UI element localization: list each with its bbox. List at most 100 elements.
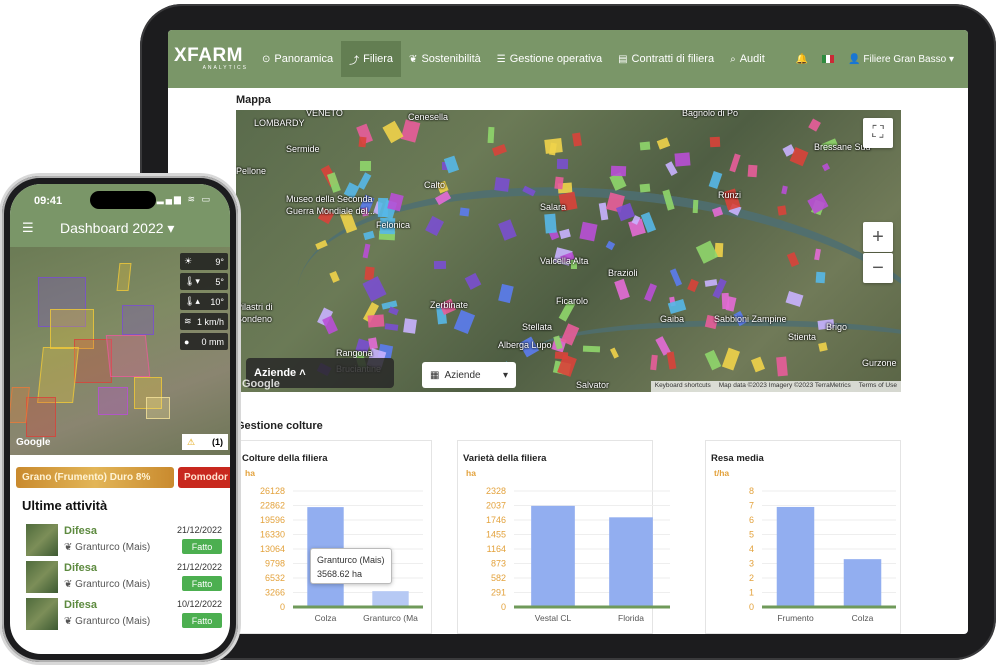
user-icon: 👤 — [848, 53, 864, 65]
farm-field-marker[interactable] — [692, 199, 699, 214]
map-place-label: Pilastri di — [236, 302, 273, 312]
field-polygon[interactable] — [122, 305, 154, 335]
xfarm-logo[interactable]: XFARM ANALYTICS — [174, 39, 254, 79]
nav-panoramica[interactable]: ⊙ Panoramica — [254, 41, 341, 77]
activity-name: Difesa — [64, 525, 98, 537]
farm-field-marker[interactable] — [808, 118, 821, 133]
crop-chip-pomodoro[interactable]: Pomodor — [178, 467, 230, 488]
status-badge[interactable]: Fatto — [182, 539, 222, 554]
chart-bar[interactable] — [609, 517, 653, 607]
farm-field-marker[interactable] — [656, 137, 671, 151]
fullscreen-button[interactable]: ⛶ — [863, 118, 893, 148]
chart-bar[interactable] — [843, 559, 882, 607]
farm-field-marker[interactable] — [729, 152, 741, 172]
field-polygon[interactable] — [146, 397, 170, 419]
crop-chip-grano[interactable]: Grano (Frumento) Duro 8% — [16, 467, 174, 488]
farm-field-marker[interactable] — [544, 137, 563, 154]
farm-field-marker[interactable] — [639, 183, 651, 193]
italy-flag-icon[interactable] — [822, 55, 835, 63]
farm-field-marker[interactable] — [640, 141, 651, 150]
field-polygon[interactable] — [26, 397, 56, 437]
x-tick-label: Granturco (Ma — [363, 613, 418, 623]
nav-contratti-filiera[interactable]: ▤ Contratti di filiera — [610, 41, 722, 77]
leaf-icon: ❦ — [64, 542, 76, 553]
bar-chart-colture[interactable]: 26128228621959616330130649798653232660Co… — [237, 441, 433, 634]
chart-bar[interactable] — [372, 591, 409, 607]
farm-field-marker[interactable] — [494, 177, 510, 192]
farm-field-marker[interactable] — [403, 318, 418, 334]
zoom-in-button[interactable]: + — [863, 222, 893, 252]
chart-bar[interactable] — [531, 505, 575, 607]
farm-field-marker[interactable] — [326, 172, 341, 194]
y-tick-label: 13064 — [260, 544, 285, 554]
farm-field-marker[interactable] — [709, 136, 720, 147]
farm-field-marker[interactable] — [433, 261, 447, 270]
farm-field-marker[interactable] — [491, 144, 508, 157]
farm-field-marker[interactable] — [381, 120, 404, 144]
farm-field-marker[interactable] — [556, 159, 568, 170]
activity-item[interactable]: Difesa ❦ Granturco (Mais) 21/12/2022 Fat… — [22, 524, 222, 558]
status-badge[interactable]: Fatto — [182, 613, 222, 628]
aziende-layer-select[interactable]: ▦ Aziende ▾ — [422, 362, 516, 388]
bar-chart-resa[interactable]: 8 7 6 5 4 3 2 1 0 Frumento Colza — [706, 441, 906, 634]
farm-field-marker[interactable] — [367, 314, 385, 328]
farm-field-marker[interactable] — [360, 160, 372, 171]
farm-map[interactable]: VENETO LOMBARDY Cenesella Bagnolo di Po Serm… — [236, 110, 901, 392]
farm-field-marker[interactable] — [487, 126, 495, 144]
status-badge[interactable]: Fatto — [182, 576, 222, 591]
farm-field-marker[interactable] — [674, 152, 692, 168]
x-tick-label: Colza — [852, 613, 874, 623]
farm-field-marker[interactable] — [582, 345, 600, 353]
field-polygon[interactable] — [116, 263, 132, 291]
nav-label: Filiera — [363, 53, 394, 65]
farm-field-marker[interactable] — [721, 293, 730, 310]
farm-field-marker[interactable] — [709, 171, 723, 190]
farm-field-marker[interactable] — [777, 205, 787, 217]
hamburger-menu-icon[interactable]: ☰ — [22, 220, 34, 236]
activity-crop-label: Granturco (Mais) — [75, 542, 151, 553]
field-polygon[interactable] — [105, 335, 151, 377]
farm-field-marker[interactable] — [776, 356, 788, 377]
terms-link[interactable]: Terms of Use — [859, 382, 897, 391]
user-menu[interactable]: 👤 Filiere Gran Basso ▾ — [848, 54, 954, 65]
farm-field-marker[interactable] — [443, 155, 459, 174]
farm-field-marker[interactable] — [747, 164, 758, 177]
field-polygon[interactable] — [98, 387, 128, 415]
keyboard-shortcuts-link[interactable]: Keyboard shortcuts — [655, 382, 711, 391]
farm-field-marker[interactable] — [821, 163, 831, 172]
map-place-label: Cenesella — [408, 112, 449, 122]
activity-item[interactable]: Difesa ❦ Granturco (Mais) 21/12/2022 Fat… — [22, 561, 222, 595]
farm-field-marker[interactable] — [554, 351, 569, 360]
nav-gestione-operativa[interactable]: ☰ Gestione operativa — [489, 41, 610, 77]
farm-field-marker[interactable] — [543, 213, 557, 234]
bell-icon[interactable]: 🔔 — [796, 54, 808, 65]
y-tick-label: 19596 — [260, 515, 285, 525]
map-data-credit: Map data ©2023 Imagery ©2023 TerraMetric… — [718, 382, 851, 389]
phone-field-map[interactable]: ☀ 9° 🌡▾ 5° 🌡▴ 10° ≋ 1 km/h ● 0 mm Google ⚠ (1) — [10, 247, 230, 455]
field-polygon[interactable] — [37, 347, 79, 403]
farm-field-marker[interactable] — [815, 271, 826, 284]
farm-field-marker[interactable] — [610, 165, 626, 177]
y-tick-label: 8 — [749, 486, 754, 496]
zoom-out-button[interactable]: − — [863, 253, 893, 283]
nav-filiera[interactable]: ⤴ Filiera — [341, 41, 402, 77]
grid-icon: ▦ — [430, 369, 440, 381]
activity-item[interactable]: Difesa ❦ Granturco (Mais) 10/12/2022 Fat… — [22, 598, 222, 632]
farm-field-marker[interactable] — [571, 132, 583, 147]
dashboard-year-select[interactable]: Dashboard 2022 ▾ — [60, 220, 174, 237]
farm-field-marker[interactable] — [358, 136, 367, 148]
nav-audit[interactable]: ⌕ Audit — [722, 41, 773, 77]
tooltip-value: 3568.62 ha — [317, 569, 363, 579]
farm-field-marker[interactable] — [781, 185, 789, 195]
wind-icon: ≋ — [184, 316, 192, 326]
map-place-label: Sermide — [286, 144, 320, 154]
farm-field-marker[interactable] — [649, 354, 658, 370]
farm-field-marker[interactable] — [459, 207, 469, 217]
nav-sostenibilita[interactable]: ❦ Sostenibilità — [401, 41, 489, 77]
alerts-badge[interactable]: ⚠ (1) — [182, 434, 228, 450]
farm-field-marker[interactable] — [554, 177, 564, 190]
bar-chart-varieta[interactable]: 2328 2037 1746 1455 1164 873 582 291 0 Vestal CL F… — [458, 441, 680, 634]
farm-field-marker[interactable] — [806, 193, 828, 215]
chart-bar[interactable] — [776, 506, 815, 607]
farm-field-marker[interactable] — [400, 119, 421, 143]
